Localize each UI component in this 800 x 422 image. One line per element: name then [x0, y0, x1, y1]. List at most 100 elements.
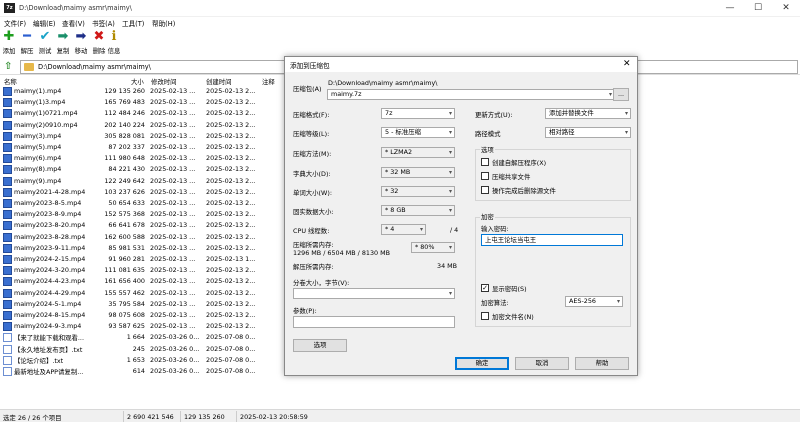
add-button[interactable]: ✚ 添加: [0, 30, 18, 56]
move-button[interactable]: ➡ 移动: [72, 29, 90, 56]
solid-label: 固实数据大小:: [293, 208, 334, 216]
dialog-close-icon[interactable]: ✕: [623, 59, 631, 69]
file-modified: 2025-02-13 ...: [150, 277, 196, 286]
file-created: 2025-02-13 2...: [206, 243, 256, 252]
maximize-button[interactable]: ☐: [744, 0, 772, 17]
level-value: 5 - 标准压缩: [385, 128, 421, 136]
method-select[interactable]: * LZMA2 ▾: [381, 147, 455, 158]
browse-button[interactable]: ...: [613, 88, 629, 101]
sfx-checkbox[interactable]: [481, 158, 489, 166]
video-file-icon: [3, 243, 12, 253]
level-select[interactable]: 5 - 标准压缩 ▾: [381, 127, 455, 138]
file-size: 162 600 588: [104, 232, 145, 241]
extract-button[interactable]: ━ 解压: [18, 30, 36, 56]
file-size: 111 980 648: [104, 154, 145, 163]
cpu-label: CPU 线程数:: [293, 227, 330, 235]
split-combo[interactable]: ▾: [293, 288, 455, 299]
params-input[interactable]: [293, 316, 455, 328]
menu-tools[interactable]: 工具(T): [122, 18, 144, 28]
ok-button[interactable]: 确定: [455, 357, 509, 370]
file-name: maimy2024-8-15.mp4: [14, 311, 86, 319]
up-folder-icon[interactable]: ⇧: [4, 61, 15, 72]
encrypt-names-checkbox[interactable]: [481, 312, 489, 320]
file-modified: 2025-02-13 ...: [150, 154, 196, 163]
file-created: 2025-02-13 2...: [206, 154, 256, 163]
column-size[interactable]: 大小: [131, 77, 144, 86]
pathmode-select[interactable]: 相对路径 ▾: [545, 127, 631, 138]
menu-view[interactable]: 查看(V): [62, 18, 85, 28]
copy-label: 复制: [56, 47, 70, 55]
toolbar: ✚ 添加 ━ 解压 ✔ 测试 ➡ 复制 ➡ 移动 ✖ 删除 ℹ 信息: [0, 28, 800, 58]
format-select[interactable]: 7z ▾: [381, 108, 455, 119]
file-created: 2025-02-13 1...: [206, 255, 256, 263]
column-modified[interactable]: 修改时间: [151, 77, 177, 86]
show-password-label: 显示密码(S): [492, 285, 527, 293]
file-name: maimy2024-4-29.mp4: [14, 288, 86, 297]
help-button[interactable]: 帮助: [575, 357, 629, 370]
file-modified: 2025-03-26 0...: [150, 333, 200, 342]
column-name[interactable]: 名称: [4, 77, 17, 86]
enc-method-select[interactable]: AES-256 ▾: [565, 296, 623, 307]
menu-bookmarks[interactable]: 书签(A): [92, 18, 115, 28]
chevron-down-icon: ▾: [616, 298, 620, 305]
dict-select[interactable]: * 32 MB ▾: [381, 167, 455, 178]
file-created: 2025-02-13 2...: [206, 277, 256, 286]
menu-help[interactable]: 帮助(H): [152, 18, 175, 28]
copy-button[interactable]: ➡ 复制: [54, 29, 72, 56]
update-select[interactable]: 添加并替换文件 ▾: [545, 108, 631, 119]
file-created: 2025-07-08 0...: [206, 333, 256, 342]
file-name: maimy2023-8-28.mp4: [14, 232, 86, 241]
method-label: 压缩方法(M):: [293, 150, 332, 158]
file-created: 2025-02-13 2...: [206, 87, 256, 95]
file-name: maimy2024-2-15.mp4: [14, 255, 86, 263]
info-button[interactable]: ℹ 信息: [105, 30, 123, 56]
cancel-button[interactable]: 取消: [515, 357, 569, 370]
delete-after-checkbox[interactable]: [481, 186, 489, 194]
file-name: maimy(1)3.mp4: [14, 98, 66, 107]
column-comment[interactable]: 注释: [262, 77, 275, 86]
test-button[interactable]: ✔ 测试: [36, 29, 54, 56]
close-button[interactable]: ✕: [772, 0, 800, 17]
text-file-icon: [3, 355, 12, 365]
add-to-archive-dialog: 添加到压缩包 ✕ 压缩包(A) D:\Download\maimy asmr\m…: [284, 56, 638, 376]
status-total-size: 2 690 421 546: [127, 413, 174, 421]
pathmode-value: 相对路径: [549, 128, 575, 136]
word-select[interactable]: * 32 ▾: [381, 186, 455, 197]
title-bar: 7z D:\Download\maimy asmr\maimy\ — ☐ ✕: [0, 0, 800, 17]
params-label: 参数(P):: [293, 307, 317, 315]
menu-file[interactable]: 文件(F): [4, 18, 26, 28]
file-size: 93 587 625: [108, 322, 145, 331]
video-file-icon: [3, 277, 12, 287]
file-modified: 2025-02-13 ...: [150, 143, 196, 151]
dialog-title-bar: 添加到压缩包 ✕: [285, 57, 637, 72]
video-file-icon: [3, 109, 12, 119]
check-icon: ✔: [39, 29, 51, 44]
file-name: maimy(1)0721.mp4: [14, 109, 78, 118]
chevron-down-icon: ▾: [624, 110, 628, 117]
file-created: 2025-02-13 2...: [206, 210, 256, 219]
video-file-icon: [3, 210, 12, 220]
file-modified: 2025-02-13 ...: [150, 255, 196, 263]
chevron-down-icon: ▾: [448, 188, 452, 195]
password-input[interactable]: 上屯王论坛当屯王: [481, 234, 623, 246]
file-created: 2025-02-13 2...: [206, 98, 256, 107]
archive-name-combo[interactable]: maimy.7z ▾: [327, 89, 615, 100]
show-password-checkbox[interactable]: ✓: [481, 284, 489, 292]
shared-checkbox[interactable]: [481, 172, 489, 180]
options-button[interactable]: 选项: [293, 339, 347, 352]
cpu-select[interactable]: * 4 ▾: [381, 224, 426, 235]
file-created: 2025-02-13 2...: [206, 176, 256, 185]
mem-pct-select[interactable]: * 80% ▾: [411, 242, 455, 253]
cpu-total: / 4: [450, 226, 459, 234]
file-name: maimy2023-8-20.mp4: [14, 221, 86, 230]
column-created[interactable]: 创建时间: [206, 77, 232, 86]
move-arrow-icon: ➡: [75, 29, 87, 44]
minimize-button[interactable]: —: [716, 0, 744, 17]
copy-arrow-icon: ➡: [57, 29, 69, 44]
file-created: 2025-02-13 2...: [206, 288, 256, 297]
menu-edit[interactable]: 编辑(E): [33, 18, 56, 28]
solid-select[interactable]: * 8 GB ▾: [381, 205, 455, 216]
file-size: 87 202 337: [108, 143, 145, 151]
video-file-icon: [3, 165, 12, 175]
file-modified: 2025-02-13 ...: [150, 221, 196, 230]
